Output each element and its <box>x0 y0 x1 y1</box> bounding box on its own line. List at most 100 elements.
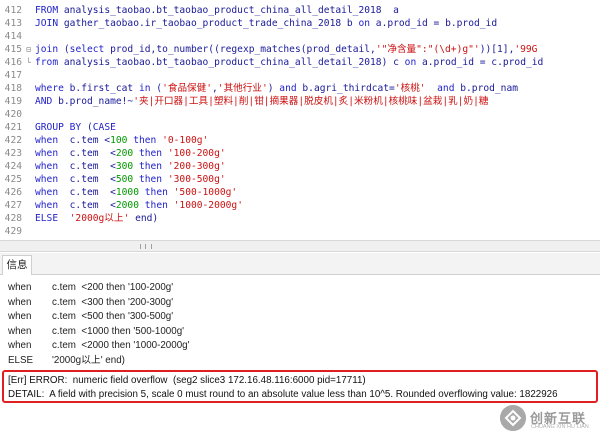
code-line[interactable]: 429 <box>0 225 600 238</box>
error-line: [Err] ERROR: numeric field overflow (seg… <box>8 375 366 386</box>
code-token: then <box>144 200 174 211</box>
code-token: '1000-2000g' <box>173 200 243 211</box>
output-line: when c.tem <200 then '100-200g' <box>8 281 600 295</box>
code-token: b.first_cat <box>69 83 139 94</box>
code-line[interactable]: 422 when c.tem <100 then '0-100g' <box>0 134 600 147</box>
code-token: b.prod_nam <box>460 83 519 94</box>
output-keyword: when <box>8 340 32 351</box>
code-token: when <box>35 174 70 185</box>
output-keyword: when <box>8 311 32 322</box>
line-number: 413 <box>4 18 22 29</box>
code-token: '核桃' <box>394 83 426 94</box>
line-number: 422 <box>4 135 22 146</box>
output-text: c.tem <200 then '100-200g' <box>52 282 174 293</box>
brand-logo-icon <box>500 405 526 431</box>
code-token: then <box>144 187 174 198</box>
code-token: then <box>138 174 168 185</box>
line-number: 420 <box>4 109 22 120</box>
code-token: join <box>35 44 64 55</box>
code-line[interactable]: 412 FROM analysis_taobao.bt_taobao_produc… <box>0 4 600 17</box>
code-line[interactable]: 424 when c.tem <300 then '200-300g' <box>0 160 600 173</box>
watermark-subtext: CHUANG XIN HU LIAN <box>531 424 589 430</box>
code-token: 2000 <box>115 200 145 211</box>
tab-info[interactable]: 信息 <box>2 255 32 275</box>
line-number: 428 <box>4 213 22 224</box>
output-tab-bar: 信息 <box>0 253 600 275</box>
line-number: 425 <box>4 174 22 185</box>
output-text: c.tem <1000 then '500-1000g' <box>52 325 185 337</box>
line-number: 416 <box>4 57 22 68</box>
code-token: and <box>437 83 461 94</box>
fold-toggle-icon[interactable]: └ <box>22 56 35 69</box>
sql-editor[interactable]: 412 FROM analysis_taobao.bt_taobao_produc… <box>0 0 600 240</box>
code-token: on <box>358 18 376 29</box>
code-line[interactable]: 419 AND b.prod_name!~'夹|开口器|工具|塑料|削|钳|摘果器… <box>0 95 600 108</box>
code-token: 1000 <box>115 187 145 198</box>
code-token: a <box>393 5 399 16</box>
line-number: 427 <box>4 200 22 211</box>
code-line[interactable]: 426 when c.tem <1000 then '500-1000g' <box>0 186 600 199</box>
code-line[interactable]: 427 when c.tem <2000 then '1000-2000g' <box>0 199 600 212</box>
line-number: 417 <box>4 70 22 81</box>
output-line: when c.tem <1000 then '500-1000g' <box>8 325 600 339</box>
code-token: '500-1000g' <box>173 187 238 198</box>
line-number: 415 <box>4 44 22 55</box>
fold-toggle-icon[interactable]: ⊟ <box>22 43 35 56</box>
code-token: and <box>279 83 303 94</box>
code-token: in <box>138 83 157 94</box>
output-text: c.tem <2000 then '1000-2000g' <box>52 340 190 351</box>
code-token: c.tem < <box>69 135 111 146</box>
code-line[interactable]: 414 <box>0 30 600 43</box>
code-token: analysis_taobao.bt_taobao_product_china_… <box>63 57 405 68</box>
code-token: c.tem < <box>69 200 116 211</box>
code-token: when <box>35 161 70 172</box>
watermark: 创新互联 CHUANG XIN HU LIAN <box>500 402 598 436</box>
error-detail-line: DETAIL: A field with precision 5, scale … <box>8 389 558 400</box>
code-line[interactable]: 413 JOIN gather_taobao.ir_taobao_product_… <box>0 17 600 30</box>
code-token: ))[1], <box>479 44 515 55</box>
output-keyword: when <box>8 282 32 293</box>
code-line[interactable]: 418 where b.first_cat in ('食品保健','其他行业') … <box>0 82 600 95</box>
code-token: b.agri_thirdcat= <box>302 83 395 94</box>
code-token: '夹|开口器|工具|塑料|削|钳|摘果器|脱皮机|炙|米粉机|核桃味|盆栽|乳|… <box>133 96 489 107</box>
output-keyword: when <box>8 296 32 308</box>
line-number: 424 <box>4 161 22 172</box>
code-token: analysis_taobao.bt_taobao_product_china_… <box>63 5 394 16</box>
code-line[interactable]: 425 when c.tem <500 then '300-500g' <box>0 173 600 186</box>
error-message-box: [Err] ERROR: numeric field overflow (seg… <box>2 370 598 403</box>
code-token: gather_taobao.ir_taobao_product_trade_ch… <box>63 18 359 29</box>
code-token: prod_id,to_number((regexp_matches(prod_d… <box>110 44 376 55</box>
code-line[interactable]: 415 ⊟ join (select prod_id,to_number((rege… <box>0 43 600 56</box>
code-token: '食品保健' <box>162 83 213 94</box>
line-number: 426 <box>4 187 22 198</box>
code-line[interactable]: 421 GROUP BY (CASE <box>0 121 600 134</box>
code-token: a.prod_id = c.prod_id <box>422 57 544 68</box>
code-token: from <box>35 57 64 68</box>
code-line[interactable]: 416 └ from analysis_taobao.bt_taobao_produ… <box>0 56 600 69</box>
code-token: when <box>35 200 70 211</box>
code-line[interactable]: 428 ELSE '2000g以上' end) <box>0 212 600 225</box>
code-token: select <box>69 44 111 55</box>
code-token: then <box>138 148 168 159</box>
code-token: JOIN <box>35 18 64 29</box>
line-number: 414 <box>4 31 22 42</box>
code-token: where <box>35 83 70 94</box>
code-token: '300-500g' <box>167 174 226 185</box>
code-token: on <box>404 57 422 68</box>
output-keyword: when <box>8 325 32 337</box>
code-token: 500 <box>115 174 139 185</box>
code-token: c.tem < <box>69 148 116 159</box>
code-token: when <box>35 148 70 159</box>
code-token: end) <box>135 213 159 224</box>
code-line[interactable]: 423 when c.tem <200 then '100-200g' <box>0 147 600 160</box>
line-number: 429 <box>4 226 22 237</box>
editor-horizontal-scrollbar[interactable] <box>0 240 600 252</box>
code-line[interactable]: 420 <box>0 108 600 121</box>
line-number: 412 <box>4 5 22 16</box>
code-token: a.prod_id = b.prod_id <box>375 18 498 29</box>
scrollbar-grip-icon[interactable] <box>140 244 152 249</box>
code-token: when <box>35 135 70 146</box>
code-token: CASE <box>92 122 116 133</box>
code-line[interactable]: 417 <box>0 69 600 82</box>
